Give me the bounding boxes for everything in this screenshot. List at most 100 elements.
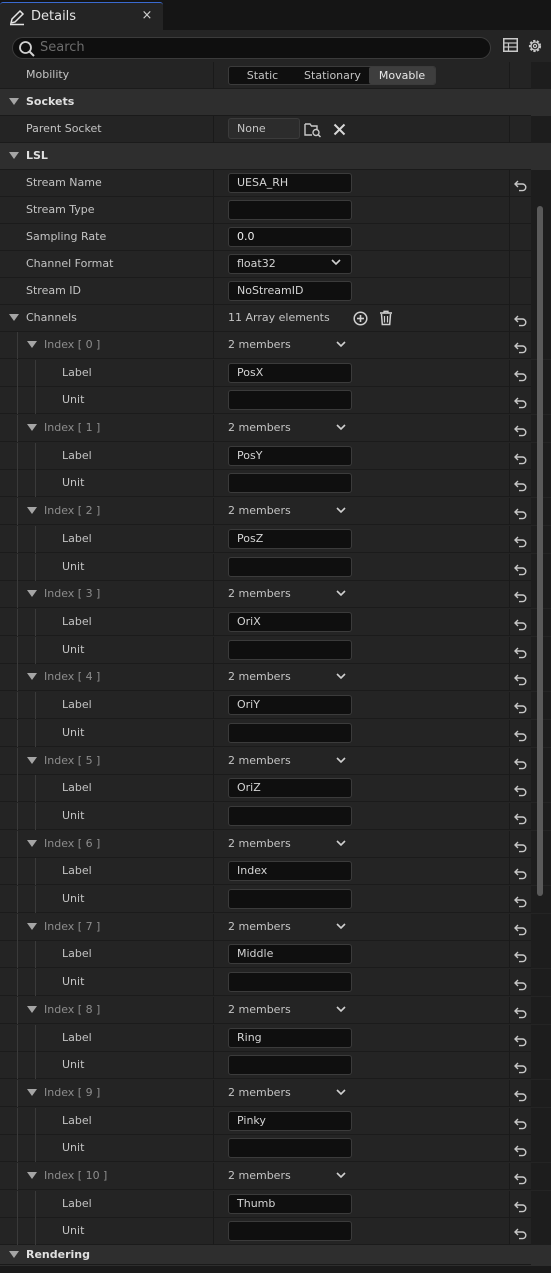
chevron-down-icon[interactable] — [336, 757, 346, 764]
chevron-down-icon[interactable] — [336, 1006, 346, 1013]
chevron-down-icon[interactable] — [336, 590, 346, 597]
mobility-stationary-option[interactable]: Stationary — [296, 67, 369, 84]
sockets-category[interactable]: Sockets — [0, 89, 551, 116]
collapse-arrow-icon[interactable] — [27, 424, 37, 431]
collapse-arrow-icon[interactable] — [27, 1006, 37, 1013]
channel-label-field[interactable]: OriX — [228, 612, 352, 632]
reset-arrow-icon[interactable] — [514, 477, 527, 496]
reset-arrow-icon[interactable] — [514, 1225, 527, 1244]
chevron-down-icon[interactable] — [336, 507, 346, 514]
channel-unit-field[interactable] — [228, 1138, 352, 1158]
channel-unit-field[interactable] — [228, 557, 352, 577]
stream-id-field[interactable]: NoStreamID — [228, 281, 352, 301]
channel-label-field[interactable]: Ring — [228, 1028, 352, 1048]
chevron-down-icon[interactable] — [336, 1089, 346, 1096]
chevron-down-icon[interactable] — [336, 673, 346, 680]
reset-arrow-icon[interactable] — [514, 450, 527, 469]
reset-arrow-icon[interactable] — [514, 1059, 527, 1078]
reset-arrow-icon[interactable] — [514, 561, 527, 580]
channel-label-field[interactable]: PosX — [228, 363, 352, 383]
chevron-down-icon[interactable] — [336, 923, 346, 930]
rendering-category[interactable]: Rendering — [0, 1245, 551, 1265]
reset-arrow-icon[interactable] — [514, 1115, 527, 1134]
channel-label-field[interactable]: OriZ — [228, 778, 352, 798]
collapse-arrow-icon[interactable] — [9, 314, 19, 321]
collapse-arrow-icon[interactable] — [27, 590, 37, 597]
collapse-arrow-icon[interactable] — [27, 341, 37, 348]
search-input[interactable]: Search — [12, 37, 491, 59]
chevron-down-icon[interactable] — [336, 424, 346, 431]
chevron-down-icon[interactable] — [336, 341, 346, 348]
delete-all-icon[interactable] — [379, 310, 393, 326]
collapse-arrow-icon[interactable] — [27, 923, 37, 930]
collapse-arrow-icon[interactable] — [9, 152, 19, 159]
channel-unit-field[interactable] — [228, 806, 352, 826]
channel-format-dropdown[interactable]: float32 — [228, 254, 352, 274]
collapse-arrow-icon[interactable] — [27, 673, 37, 680]
reset-arrow-icon[interactable] — [514, 422, 527, 441]
channel-unit-field[interactable] — [228, 889, 352, 909]
browse-socket-icon[interactable] — [304, 121, 322, 138]
collapse-arrow-icon[interactable] — [27, 1089, 37, 1096]
collapse-arrow-icon[interactable] — [27, 1172, 37, 1179]
stream-type-field[interactable] — [228, 200, 352, 220]
reset-arrow-icon[interactable] — [514, 1032, 527, 1051]
channel-label-field[interactable]: Thumb — [228, 1194, 352, 1214]
collapse-arrow-icon[interactable] — [9, 1251, 19, 1258]
reset-arrow-icon[interactable] — [514, 177, 527, 196]
sampling-rate-field[interactable]: 0.0 — [228, 227, 352, 247]
channel-label-field[interactable]: Index — [228, 861, 352, 881]
table-view-icon[interactable] — [503, 38, 518, 52]
collapse-arrow-icon[interactable] — [9, 98, 19, 105]
close-icon[interactable]: × — [140, 8, 154, 23]
mobility-static-option[interactable]: Static — [229, 67, 296, 84]
channel-label-field[interactable]: Pinky — [228, 1111, 352, 1131]
reset-arrow-icon[interactable] — [514, 755, 527, 774]
stream-name-field[interactable]: UESA_RH — [228, 173, 352, 193]
reset-arrow-icon[interactable] — [514, 921, 527, 940]
collapse-arrow-icon[interactable] — [27, 507, 37, 514]
reset-arrow-icon[interactable] — [514, 1087, 527, 1106]
reset-arrow-icon[interactable] — [514, 699, 527, 718]
reset-arrow-icon[interactable] — [514, 644, 527, 663]
reset-arrow-icon[interactable] — [514, 394, 527, 413]
tab-details[interactable]: Details × — [0, 2, 163, 30]
reset-arrow-icon[interactable] — [514, 1170, 527, 1189]
channel-label-field[interactable]: PosZ — [228, 529, 352, 549]
channel-label-field[interactable]: OriY — [228, 695, 352, 715]
settings-gear-icon[interactable] — [526, 37, 544, 55]
reset-arrow-icon[interactable] — [514, 505, 527, 524]
reset-arrow-icon[interactable] — [514, 367, 527, 386]
reset-arrow-icon[interactable] — [514, 1142, 527, 1161]
reset-arrow-icon[interactable] — [514, 339, 527, 358]
clear-icon[interactable] — [333, 123, 346, 136]
chevron-down-icon[interactable] — [336, 1172, 346, 1179]
reset-arrow-icon[interactable] — [514, 865, 527, 884]
channel-unit-field[interactable] — [228, 390, 352, 410]
reset-arrow-icon[interactable] — [514, 976, 527, 995]
reset-arrow-icon[interactable] — [514, 782, 527, 801]
channel-label-field[interactable]: Middle — [228, 944, 352, 964]
reset-arrow-icon[interactable] — [514, 1198, 527, 1217]
reset-arrow-icon[interactable] — [514, 312, 527, 331]
mobility-movable-option[interactable]: Movable — [369, 67, 435, 84]
reset-arrow-icon[interactable] — [514, 838, 527, 857]
reset-arrow-icon[interactable] — [514, 671, 527, 690]
add-element-icon[interactable] — [353, 311, 368, 326]
lsl-category[interactable]: LSL — [0, 143, 551, 170]
collapse-arrow-icon[interactable] — [27, 757, 37, 764]
collapse-arrow-icon[interactable] — [27, 840, 37, 847]
reset-arrow-icon[interactable] — [514, 1004, 527, 1023]
reset-arrow-icon[interactable] — [514, 588, 527, 607]
reset-arrow-icon[interactable] — [514, 893, 527, 912]
vertical-scrollbar[interactable] — [537, 206, 543, 896]
channel-unit-field[interactable] — [228, 1221, 352, 1241]
channel-unit-field[interactable] — [228, 723, 352, 743]
parent-socket-combo[interactable]: None — [228, 118, 300, 139]
chevron-down-icon[interactable] — [336, 840, 346, 847]
reset-arrow-icon[interactable] — [514, 948, 527, 967]
reset-arrow-icon[interactable] — [514, 616, 527, 635]
channel-unit-field[interactable] — [228, 1055, 352, 1075]
channel-unit-field[interactable] — [228, 640, 352, 660]
channel-unit-field[interactable] — [228, 473, 352, 493]
